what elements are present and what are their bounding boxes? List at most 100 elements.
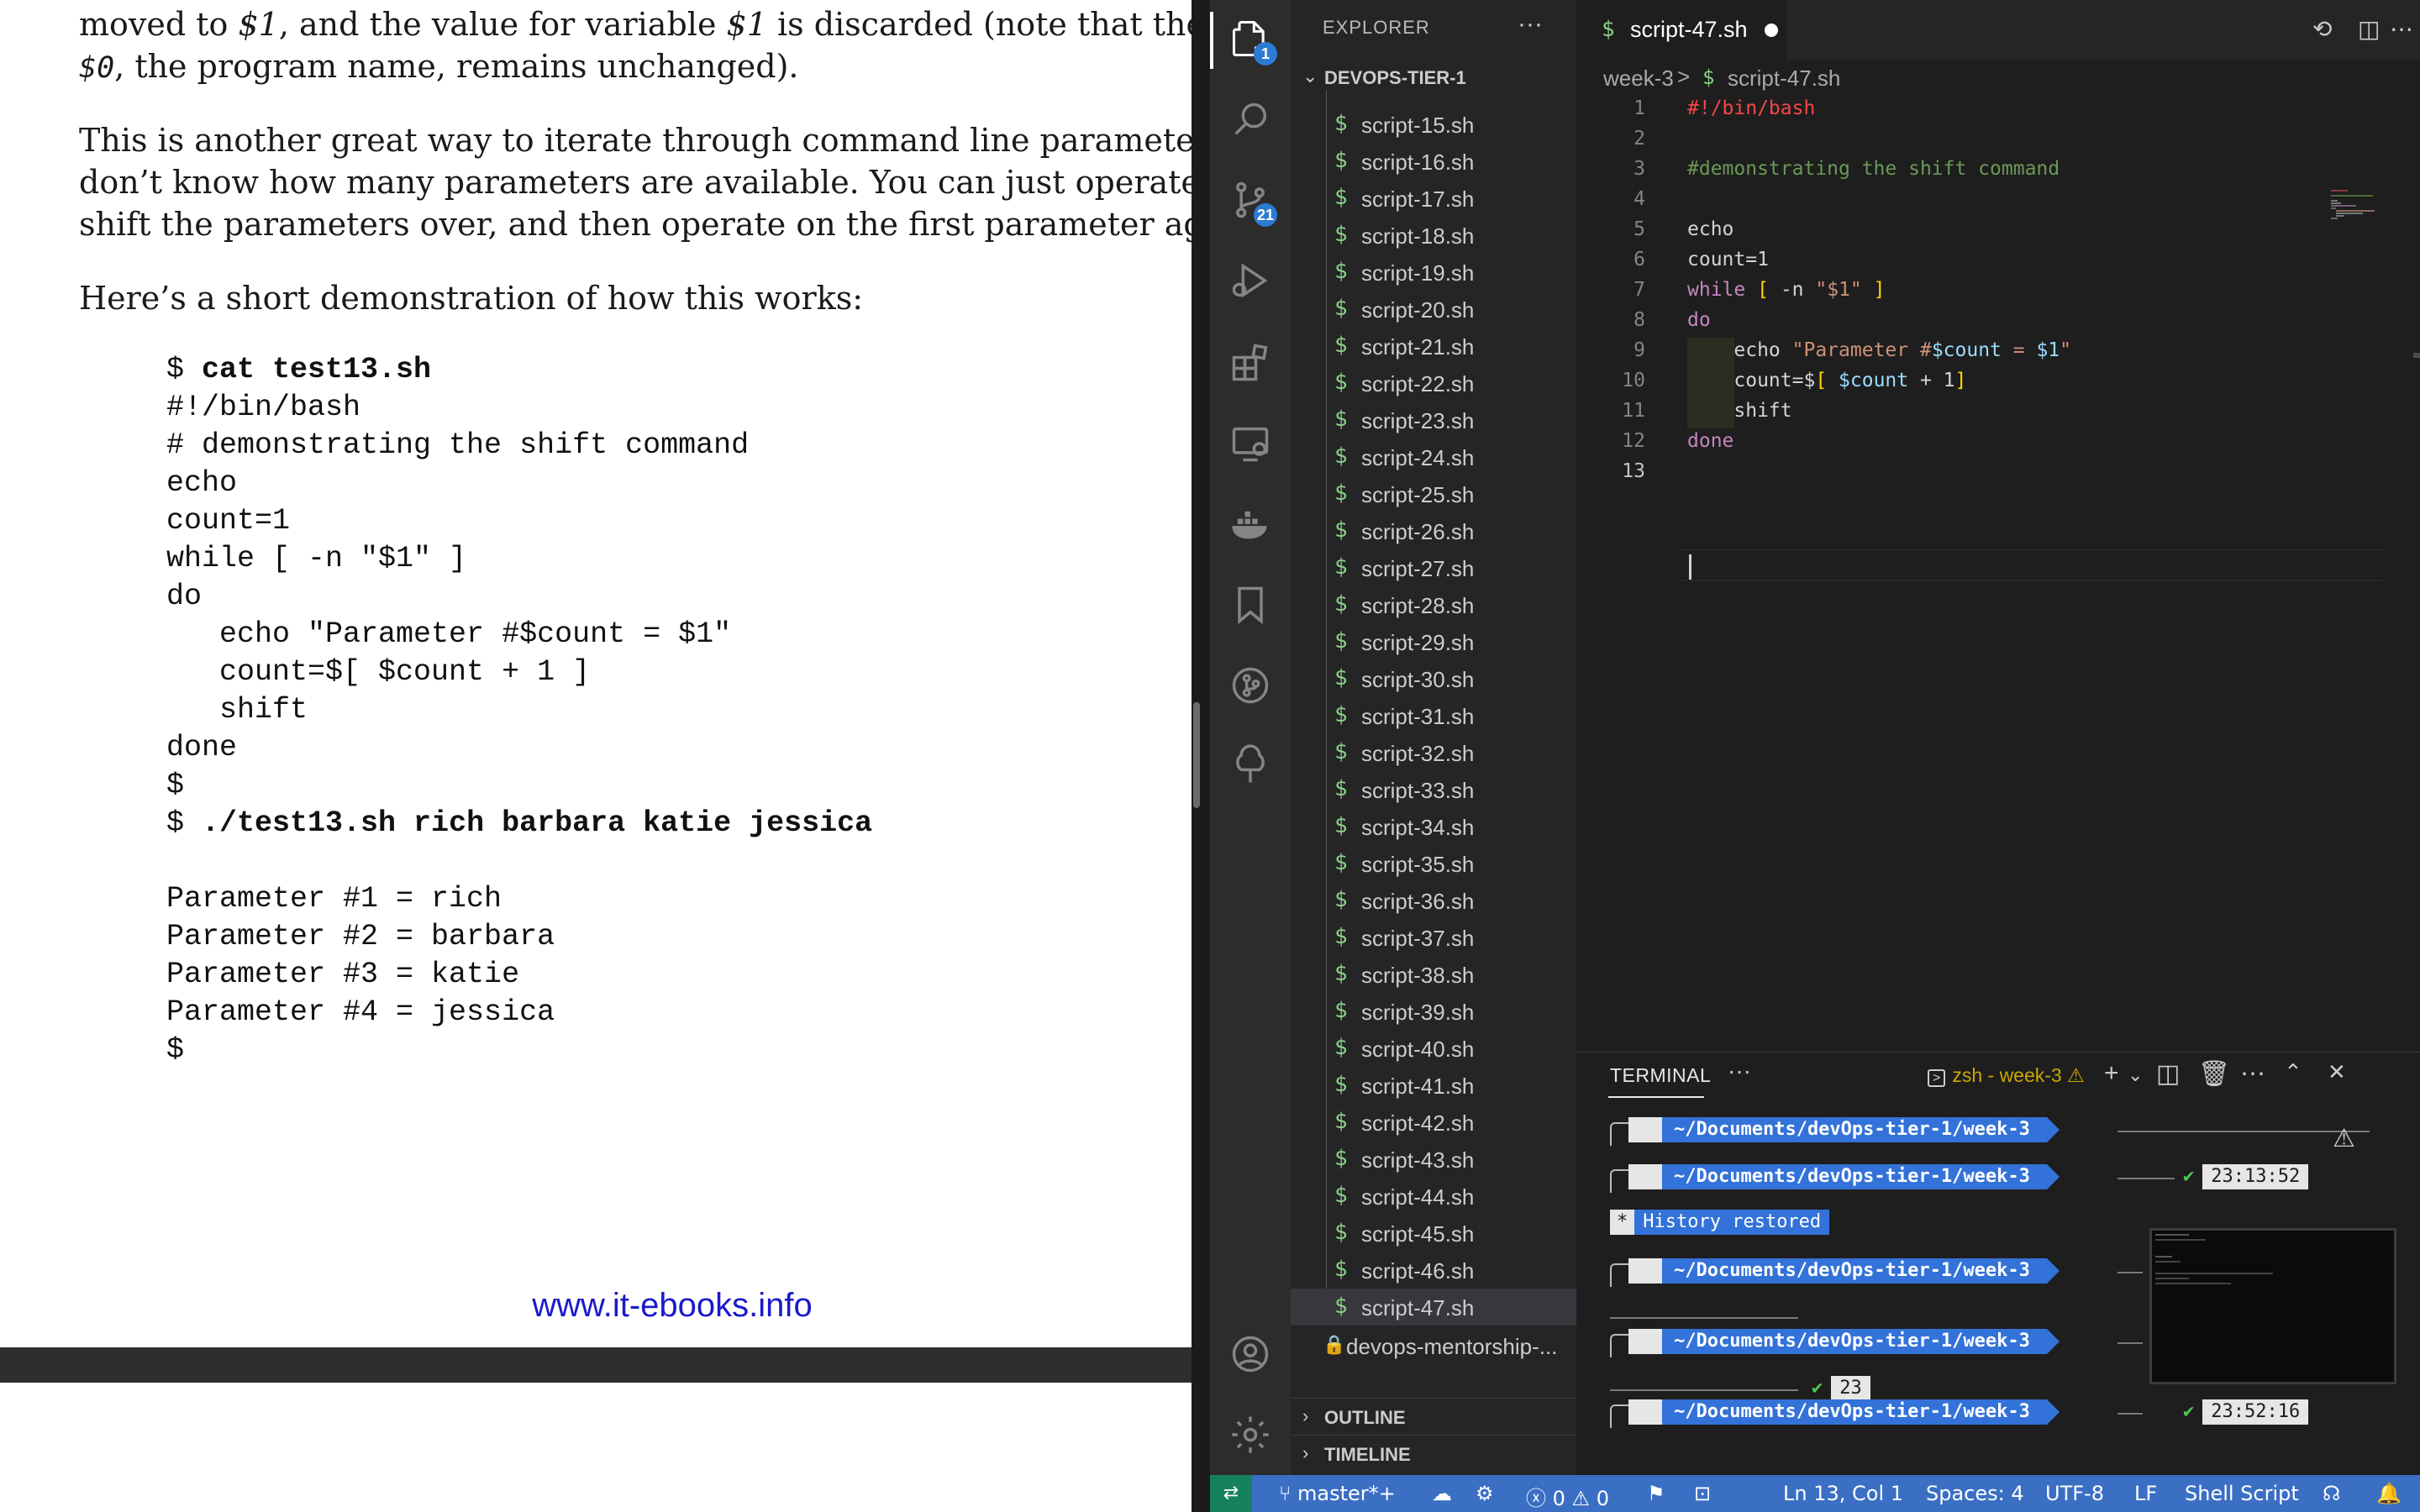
notifications-bell-icon[interactable]: 🔔 [2376, 1482, 2402, 1505]
close-icon[interactable]: ✕ [2328, 1059, 2346, 1085]
file-item[interactable]: $ script-42.sh [1291, 1104, 1576, 1141]
tab-script-47[interactable]: $ script-47.sh [1576, 0, 1786, 60]
breadcrumb-folder[interactable]: week-3 [1603, 66, 1674, 92]
code-listing-line: Parameter #4 = jessica [166, 995, 555, 1029]
file-item[interactable]: $ script-28.sh [1291, 586, 1576, 623]
file-item[interactable]: $ script-17.sh [1291, 180, 1576, 217]
shell-file-icon: $ [1334, 333, 1348, 358]
file-item[interactable]: $ script-18.sh [1291, 217, 1576, 254]
file-item[interactable]: $ script-36.sh [1291, 882, 1576, 919]
account-icon[interactable] [1227, 1331, 1274, 1378]
folder-header[interactable]: ⌄ DEVOPS-TIER-1 [1291, 60, 1576, 94]
file-item[interactable]: $ script-21.sh [1291, 328, 1576, 365]
file-item[interactable]: $ script-25.sh [1291, 475, 1576, 512]
trash-icon[interactable]: 🗑 [2198, 1059, 2230, 1089]
git-lens-icon[interactable]: ⚙ [1476, 1482, 1494, 1505]
file-item[interactable]: $ script-37.sh [1291, 919, 1576, 956]
tab-label: script-47.sh [1630, 17, 1748, 42]
run-icon[interactable]: ⚑ [1647, 1482, 1665, 1505]
file-item[interactable]: $ script-35.sh [1291, 845, 1576, 882]
file-name: script-24.sh [1361, 445, 1475, 470]
file-item[interactable]: $ script-29.sh [1291, 623, 1576, 660]
file-item[interactable]: $ script-45.sh [1291, 1215, 1576, 1252]
file-item[interactable]: $ script-33.sh [1291, 771, 1576, 808]
split-editor-icon[interactable]: ◫ [2358, 15, 2380, 43]
source-control-icon[interactable]: 21 [1227, 176, 1277, 227]
line-number: 5 [1634, 218, 1645, 240]
sync-icon[interactable]: ☁ [1432, 1482, 1452, 1505]
remote-explorer-icon[interactable] [1227, 420, 1274, 467]
shell-file-icon: $ [1334, 887, 1348, 912]
more-actions-icon[interactable]: ⋯ [2240, 1059, 2265, 1089]
minimap[interactable] [2331, 188, 2407, 239]
extensions-icon[interactable] [1227, 339, 1274, 386]
file-item[interactable]: $ script-20.sh [1291, 291, 1576, 328]
file-item[interactable]: $ script-40.sh [1291, 1030, 1576, 1067]
tree-icon[interactable] [1227, 743, 1274, 790]
breadcrumb-file[interactable]: script-47.sh [1728, 66, 1840, 92]
timeline-label: TIMELINE [1324, 1444, 1411, 1465]
file-name: script-28.sh [1361, 593, 1475, 618]
file-item[interactable]: $ script-24.sh [1291, 438, 1576, 475]
unsaved-dot-icon[interactable] [1765, 24, 1778, 37]
file-item[interactable]: $ script-30.sh [1291, 660, 1576, 697]
file-item[interactable]: $ script-32.sh [1291, 734, 1576, 771]
terminal-status-icon[interactable]: ⊡ [1694, 1482, 1711, 1505]
file-item[interactable]: $ script-26.sh [1291, 512, 1576, 549]
live-share-icon[interactable]: ☊ [2323, 1482, 2340, 1505]
pdf-scrollbar-thumb[interactable] [1193, 702, 1200, 808]
settings-gear-icon[interactable] [1227, 1411, 1274, 1458]
run-debug-icon[interactable] [1227, 257, 1274, 304]
cursor-position[interactable]: Ln 13, Col 1 [1783, 1482, 1903, 1505]
file-name: script-38.sh [1361, 963, 1475, 988]
file-item[interactable]: $ script-43.sh [1291, 1141, 1576, 1178]
file-item[interactable]: $ script-39.sh [1291, 993, 1576, 1030]
git-repo-item[interactable]: 🔒 devops-mentorship-... [1291, 1327, 1576, 1364]
file-item[interactable]: $ script-41.sh [1291, 1067, 1576, 1104]
book-paragraph-line: This is another great way to iterate thr… [79, 122, 1192, 159]
language-mode[interactable]: Shell Script [2185, 1482, 2299, 1505]
more-actions-icon[interactable]: ··· [1728, 1058, 1751, 1084]
terminal-selector[interactable]: > zsh - week-3 ⚠ [1928, 1064, 2085, 1087]
file-item[interactable]: $ script-16.sh [1291, 143, 1576, 180]
file-item[interactable]: $ script-22.sh [1291, 365, 1576, 402]
new-terminal-icon[interactable]: + [2104, 1059, 2119, 1088]
file-item[interactable]: $ script-27.sh [1291, 549, 1576, 586]
indentation[interactable]: Spaces: 4 [1926, 1482, 2024, 1505]
chevron-down-icon[interactable]: ⌄ [2128, 1064, 2143, 1086]
encoding[interactable]: UTF-8 [2045, 1482, 2104, 1505]
chevron-right-icon: › [1302, 1405, 1309, 1426]
search-icon[interactable] [1227, 96, 1274, 143]
problems-status[interactable]: ⓧ 0 ⚠ 0 [1526, 1482, 1609, 1511]
timeline-history-icon[interactable]: ⟲ [2312, 15, 2332, 43]
timeline-section[interactable]: › TIMELINE [1291, 1435, 1576, 1472]
outline-section[interactable]: › OUTLINE [1291, 1398, 1576, 1435]
git-graph-icon[interactable] [1227, 662, 1274, 709]
maximize-panel-icon[interactable]: ⌃ [2284, 1059, 2302, 1085]
bookmark-icon[interactable] [1227, 581, 1274, 628]
file-item[interactable]: $ script-47.sh [1291, 1289, 1576, 1326]
end-of-line[interactable]: LF [2134, 1482, 2157, 1505]
docker-icon[interactable] [1227, 501, 1274, 548]
more-actions-icon[interactable]: ⋯ [2390, 15, 2413, 43]
tab-terminal[interactable]: TERMINAL [1610, 1064, 1711, 1087]
code-editor[interactable]: 1 2 3 4 5 6 7 8 9 10 11 12 13 #!/bin/bash #demonstra… [1576, 94, 2420, 598]
remote-indicator-icon[interactable]: ⇄ [1210, 1475, 1252, 1512]
file-item[interactable]: $ script-19.sh [1291, 254, 1576, 291]
shell-file-icon: $ [1334, 665, 1348, 690]
file-item[interactable]: $ script-46.sh [1291, 1252, 1576, 1289]
pdf-viewer[interactable]: moved to $1, and the value for variable … [0, 0, 1192, 1512]
file-item[interactable]: $ script-15.sh [1291, 106, 1576, 143]
file-item[interactable]: $ script-44.sh [1291, 1178, 1576, 1215]
file-item[interactable]: $ script-31.sh [1291, 697, 1576, 734]
shell-file-icon: $ [1334, 591, 1348, 617]
editor-scrollbar[interactable] [2413, 353, 2420, 358]
branch-status[interactable]: ⑂ master*+ [1279, 1482, 1396, 1505]
footer-link[interactable]: www.it-ebooks.info [0, 1287, 1192, 1325]
more-actions-icon[interactable]: ··· [1518, 10, 1543, 39]
file-item[interactable]: $ script-38.sh [1291, 956, 1576, 993]
files-icon[interactable]: 1 [1227, 15, 1277, 66]
file-item[interactable]: $ script-34.sh [1291, 808, 1576, 845]
split-terminal-icon[interactable]: ◫ [2156, 1059, 2180, 1089]
file-item[interactable]: $ script-23.sh [1291, 402, 1576, 438]
